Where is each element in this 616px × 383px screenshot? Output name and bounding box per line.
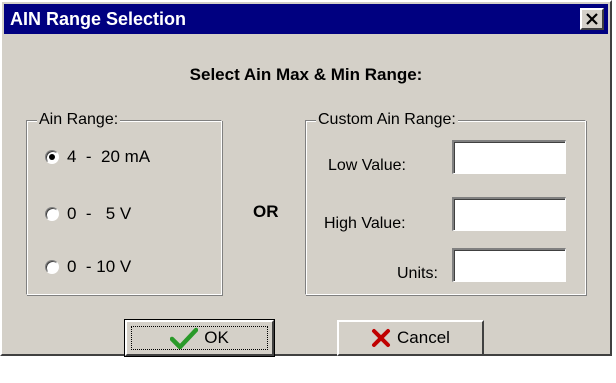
radio-option-0-5v[interactable]: 0 - 5 V — [45, 204, 131, 224]
ain-range-legend: Ain Range: — [37, 111, 121, 129]
radio-label-0-5v: 0 - 5 V — [67, 204, 132, 223]
custom-range-group: Custom Ain Range: Low Value: High Value:… — [305, 111, 586, 295]
ain-range-group: Ain Range: 4 - 20 mA 0 - 5 V 0 - 10 V — [26, 111, 222, 295]
or-label: OR — [253, 202, 279, 221]
ok-button-label: OK — [204, 328, 229, 347]
dialog-window: AIN Range Selection Select Ain Max & Min… — [0, 0, 612, 357]
ok-button[interactable]: OK — [124, 319, 275, 357]
checkmark-icon — [170, 327, 199, 349]
window-title: AIN Range Selection — [10, 9, 187, 29]
close-button[interactable] — [580, 8, 604, 30]
custom-range-legend: Custom Ain Range: — [316, 111, 458, 129]
high-value-label: High Value: — [324, 215, 406, 232]
low-value-label: Low Value: — [328, 157, 406, 174]
cancel-button-label: Cancel — [397, 328, 450, 347]
close-icon — [586, 13, 598, 25]
focus-ring — [131, 326, 268, 350]
cancel-button[interactable]: Cancel — [337, 320, 484, 356]
radio-button-0-5v[interactable] — [45, 207, 59, 221]
dialog-heading: Select Ain Max & Min Range: — [189, 65, 423, 84]
radio-label-0-10v: 0 - 10 V — [67, 257, 132, 276]
high-value-input[interactable] — [452, 197, 566, 231]
radio-option-0-10v[interactable]: 0 - 10 V — [45, 257, 131, 277]
radio-button-0-10v[interactable] — [45, 260, 59, 274]
radio-label-4-20ma: 4 - 20 mA — [67, 147, 151, 166]
x-icon — [371, 328, 391, 348]
units-input[interactable] — [452, 248, 566, 282]
radio-button-4-20ma[interactable] — [45, 150, 59, 164]
radio-option-4-20ma[interactable]: 4 - 20 mA — [45, 147, 150, 167]
low-value-input[interactable] — [452, 140, 566, 174]
units-label: Units: — [397, 265, 438, 282]
title-bar: AIN Range Selection — [4, 4, 608, 34]
